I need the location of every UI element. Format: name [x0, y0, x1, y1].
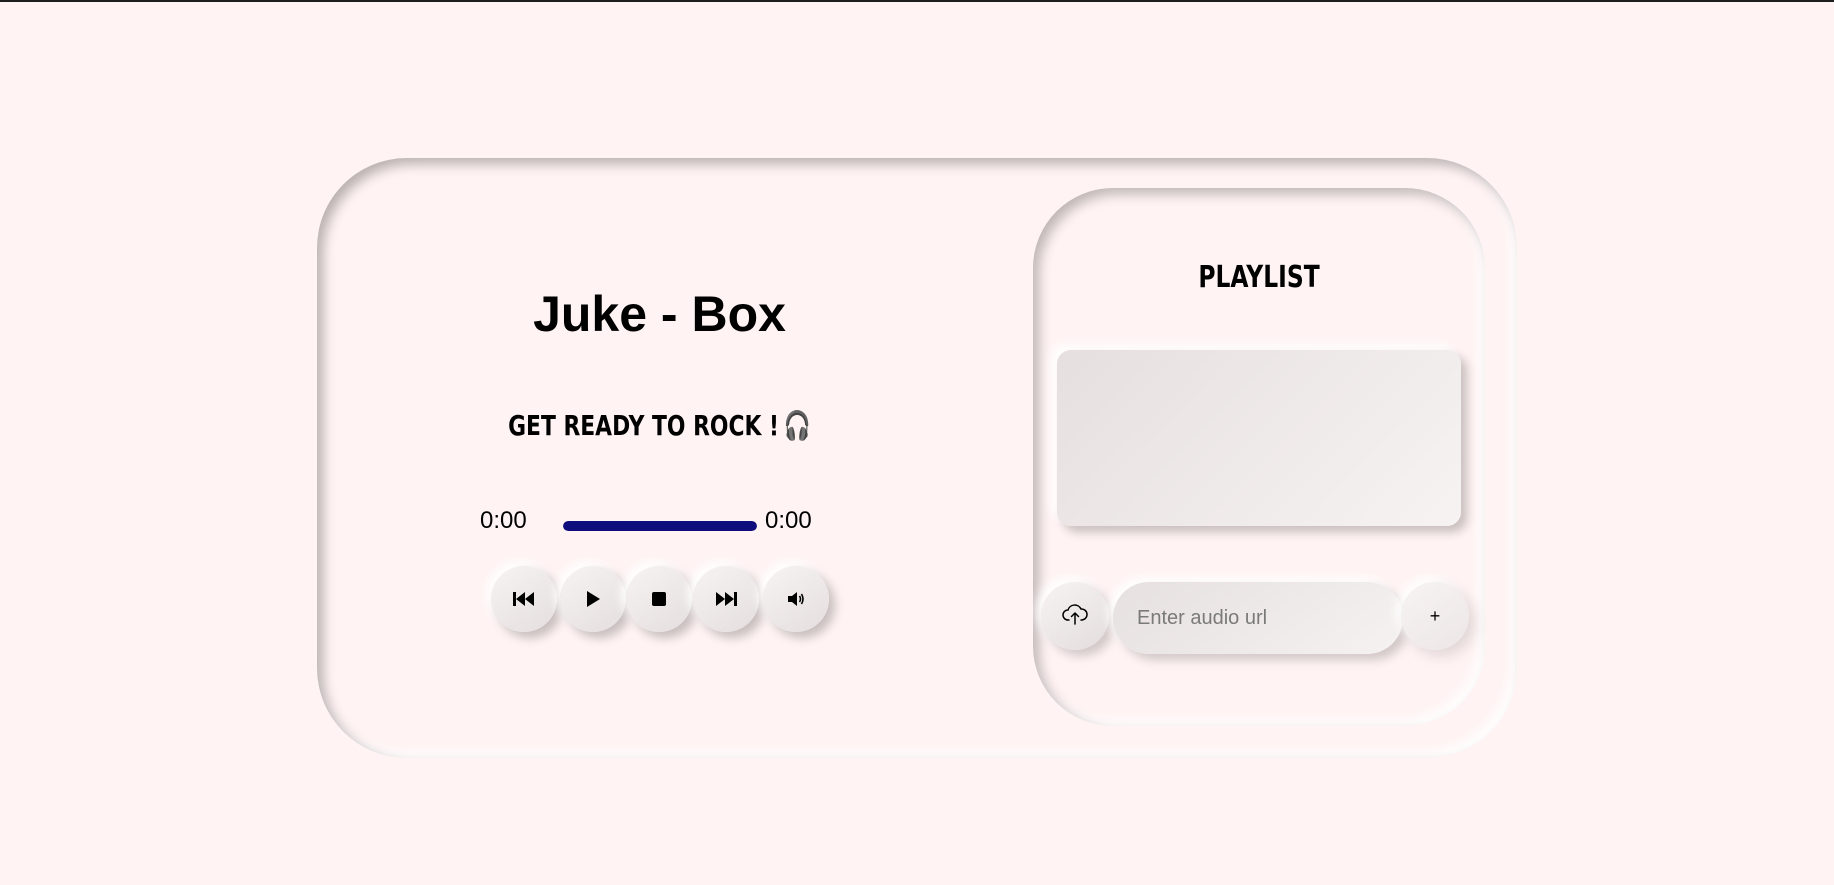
stop-icon: [652, 592, 666, 606]
tagline: GET READY TO ROCK ! 🎧: [392, 406, 926, 446]
next-button[interactable]: [693, 566, 759, 632]
volume-button[interactable]: [763, 566, 829, 632]
skip-forward-icon: [715, 591, 737, 607]
progress-fill: [563, 521, 757, 531]
skip-back-icon: [513, 591, 535, 607]
duration-time: 0:00: [765, 507, 812, 534]
volume-icon: [787, 591, 805, 607]
playlist-title: PLAYLIST: [1198, 260, 1320, 295]
stop-button[interactable]: [626, 566, 692, 632]
top-border: [0, 0, 1834, 2]
progress-bar[interactable]: [563, 521, 757, 531]
headphones-icon: 🎧: [783, 409, 811, 442]
previous-button[interactable]: [491, 566, 557, 632]
current-time: 0:00: [480, 507, 527, 534]
play-button[interactable]: [560, 566, 626, 632]
jukebox-card: Juke - Box GET READY TO ROCK ! 🎧 0:00 0:0…: [317, 158, 1517, 758]
tagline-text: GET READY TO ROCK !: [508, 409, 780, 442]
audio-url-input[interactable]: [1113, 582, 1403, 654]
add-button[interactable]: +: [1401, 582, 1469, 650]
playlist-panel: PLAYLIST +: [1033, 188, 1485, 726]
app-title: Juke - Box: [533, 286, 786, 342]
play-icon: [585, 590, 601, 608]
upload-button[interactable]: [1041, 582, 1109, 650]
cloud-upload-icon: [1062, 603, 1088, 630]
playlist-list[interactable]: [1057, 350, 1461, 526]
